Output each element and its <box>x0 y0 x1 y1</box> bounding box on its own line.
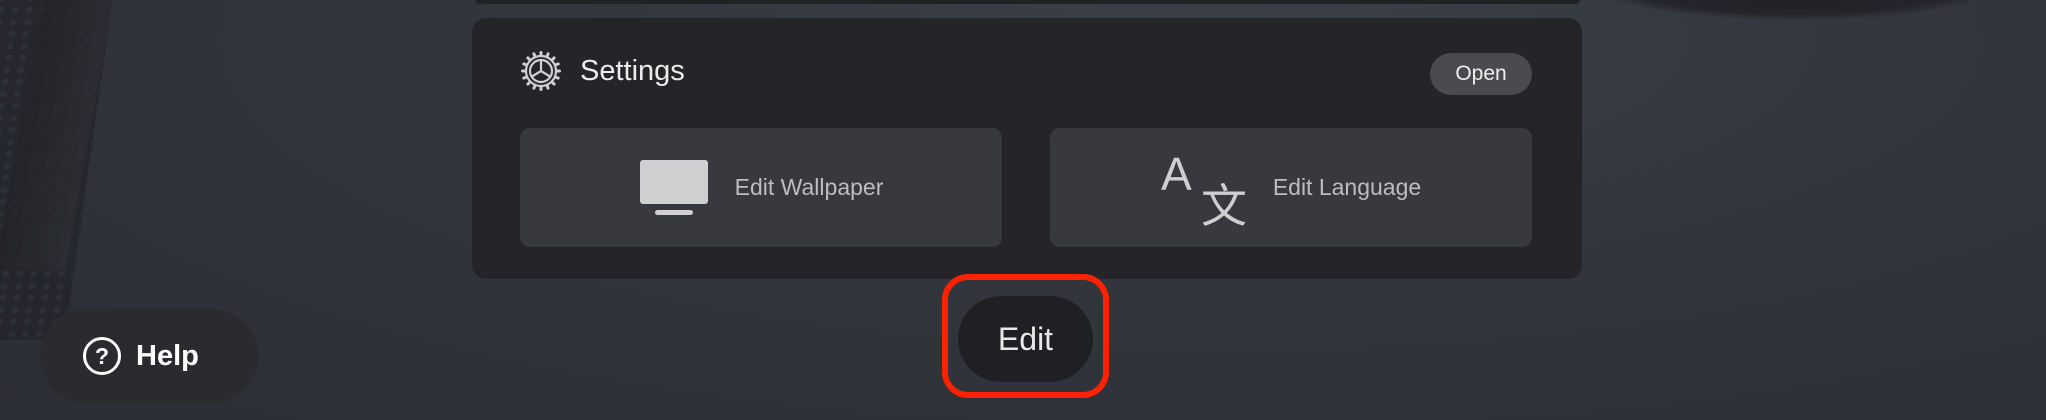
svg-text:A: A <box>1161 150 1192 200</box>
question-mark-icon: ? <box>83 337 121 375</box>
edit-wallpaper-button[interactable]: Edit Wallpaper <box>520 128 1002 247</box>
settings-title: Settings <box>580 54 685 87</box>
open-settings-button[interactable]: Open <box>1430 53 1532 95</box>
panel-above-edge <box>475 0 1580 4</box>
edit-button[interactable]: Edit <box>958 296 1093 382</box>
help-button[interactable]: ? Help <box>40 309 258 403</box>
settings-header: Settings <box>520 50 685 92</box>
gear-icon <box>521 51 561 91</box>
svg-text:?: ? <box>95 343 109 369</box>
edit-wallpaper-label: Edit Wallpaper <box>734 174 884 200</box>
edit-language-label: Edit Language <box>1272 174 1422 200</box>
help-label: Help <box>136 339 199 372</box>
svg-text:文: 文 <box>1201 179 1247 226</box>
edit-language-button[interactable]: A 文 Edit Language <box>1050 128 1532 247</box>
settings-widget: Settings Open Edit Wallpaper A 文 Edit La… <box>472 18 1582 279</box>
translate-icon: A 文 <box>1161 150 1247 226</box>
monitor-icon <box>639 159 708 215</box>
background-object <box>1586 0 2006 20</box>
